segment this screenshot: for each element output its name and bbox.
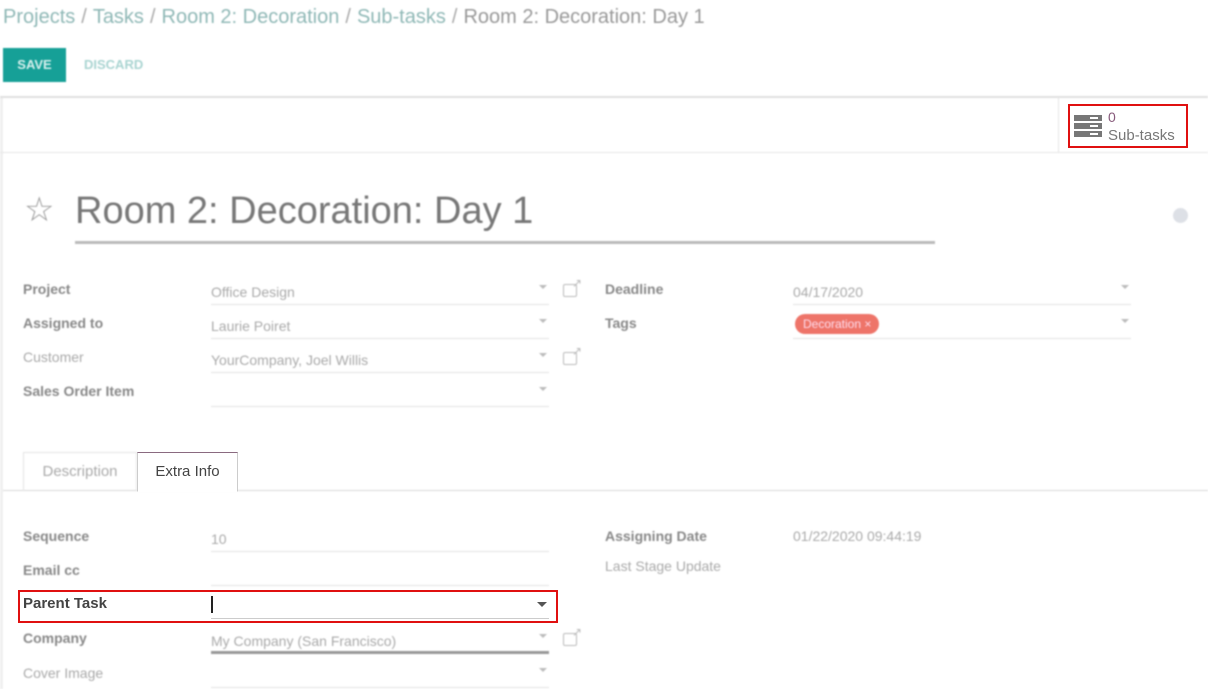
label-assigning-date: Assigning Date — [605, 528, 707, 544]
company-value: My Company (San Francisco) — [211, 633, 397, 649]
chevron-down-icon[interactable] — [539, 319, 547, 323]
breadcrumb-separator: / — [451, 6, 458, 28]
tag-decoration: Decoration × — [795, 314, 880, 334]
assigning-date-value: 01/22/2020 09:44:19 — [793, 528, 922, 544]
chevron-down-icon[interactable] — [537, 602, 547, 607]
label-project: Project — [23, 281, 71, 297]
tag-label: Decoration — [803, 317, 862, 331]
label-sequence: Sequence — [23, 528, 90, 544]
tag-remove-icon[interactable]: × — [864, 317, 871, 331]
chevron-down-icon[interactable] — [1121, 319, 1129, 323]
button-box — [0, 98, 1208, 153]
label-customer: Customer — [23, 349, 84, 365]
assigned-to-value: Laurie Poiret — [211, 318, 291, 334]
deadline-field[interactable]: 04/17/2020 — [793, 277, 1131, 305]
cover-image-field[interactable] — [211, 660, 549, 688]
label-deadline: Deadline — [605, 281, 664, 297]
discard-button[interactable]: DISCARD — [84, 57, 143, 72]
external-link-icon[interactable] — [563, 344, 582, 365]
sequence-field[interactable]: 10 — [211, 524, 549, 552]
title-underline — [75, 241, 935, 244]
label-company: Company — [23, 630, 87, 646]
subtasks-count: 0 — [1108, 109, 1116, 125]
breadcrumb-tasks[interactable]: Tasks — [93, 6, 144, 28]
breadcrumb-subtasks[interactable]: Sub-tasks — [357, 6, 446, 28]
breadcrumb-separator: / — [345, 6, 351, 28]
deadline-value: 04/17/2020 — [793, 284, 864, 300]
breadcrumb-separator: / — [81, 6, 87, 28]
chevron-down-icon[interactable] — [539, 285, 547, 289]
label-cover-image: Cover Image — [23, 665, 104, 681]
text-cursor — [211, 596, 213, 613]
sheet-border — [0, 98, 3, 689]
breadcrumb-projects[interactable]: Projects — [3, 6, 75, 28]
parent-task-input[interactable] — [211, 592, 549, 619]
kanban-state-icon[interactable] — [1173, 208, 1188, 223]
external-link-icon[interactable] — [563, 625, 582, 646]
tab-extra-info[interactable]: Extra Info — [137, 452, 238, 492]
breadcrumb-room2-decoration[interactable]: Room 2: Decoration — [162, 6, 340, 28]
customer-value: YourCompany, Joel Willis — [211, 352, 369, 368]
label-last-stage-update: Last Stage Update — [605, 558, 721, 574]
breadcrumb-separator: / — [149, 6, 156, 28]
project-value: Office Design — [211, 284, 295, 300]
save-button[interactable]: SAVE — [3, 48, 66, 82]
label-assigned-to: Assigned to — [23, 315, 104, 331]
label-parent-task: Parent Task — [23, 595, 107, 612]
chevron-down-icon[interactable] — [1121, 285, 1129, 289]
chevron-down-icon[interactable] — [539, 668, 547, 672]
task-title-input[interactable]: Room 2: Decoration: Day 1 — [75, 190, 533, 233]
label-tags: Tags — [605, 315, 637, 331]
chevron-down-icon[interactable] — [539, 634, 547, 638]
label-sales-order-item: Sales Order Item — [23, 383, 135, 399]
label-email-cc: Email cc — [23, 562, 80, 578]
subtasks-label[interactable]: Sub-tasks — [1108, 127, 1175, 144]
email-cc-field[interactable] — [211, 558, 549, 586]
chevron-down-icon[interactable] — [539, 387, 547, 391]
tab-description[interactable]: Description — [23, 452, 137, 491]
sales-order-item-field[interactable] — [211, 379, 549, 407]
sequence-value: 10 — [211, 531, 227, 547]
breadcrumb: Projects / Tasks / Room 2: Decoration / Sub-ta… — [3, 6, 705, 29]
tasks-icon — [1074, 115, 1102, 137]
external-link-icon[interactable] — [563, 276, 582, 297]
project-field[interactable]: Office Design — [211, 277, 549, 305]
assigned-to-field[interactable]: Laurie Poiret — [211, 311, 549, 339]
company-field[interactable]: My Company (San Francisco) — [211, 626, 549, 654]
breadcrumb-current: Room 2: Decoration: Day 1 — [463, 6, 705, 28]
chevron-down-icon[interactable] — [539, 353, 547, 357]
customer-field[interactable]: YourCompany, Joel Willis — [211, 345, 549, 373]
star-icon[interactable]: ☆ — [24, 193, 54, 227]
